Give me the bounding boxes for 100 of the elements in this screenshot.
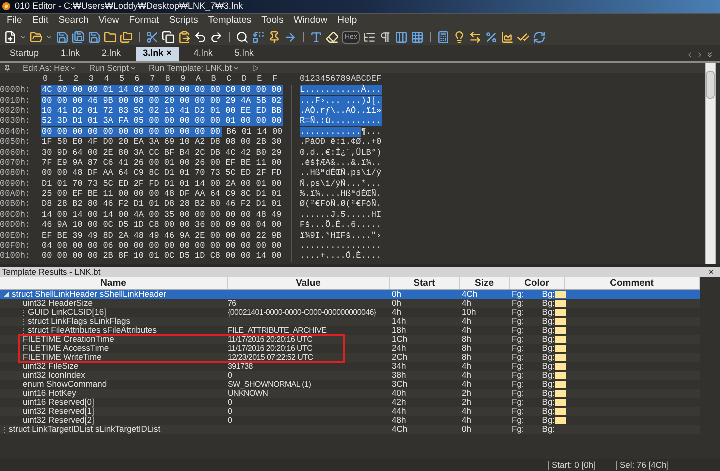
menu-item[interactable]: View: [94, 14, 124, 29]
lightbulb-icon[interactable]: [453, 30, 466, 44]
color-swatch[interactable]: [555, 327, 566, 334]
selected-ascii-text[interactable]: ...F›... ...)J[.: [300, 96, 382, 106]
caret-icon[interactable]: [46, 34, 53, 40]
template-row[interactable]: uint32 HeaderSize 76 0h 4h Fg: Bg:: [0, 299, 700, 308]
hex-bytes[interactable]: 14 00 14 00 14 00 4A 00 35 00 00 00 00 00 48 49: [41, 210, 283, 220]
redo-icon[interactable]: [210, 30, 223, 44]
menu-item[interactable]: Help: [332, 14, 362, 29]
selected-ascii-text[interactable]: .AÒ.rƒ\..AÒ..îí»: [300, 106, 382, 116]
selected-hex-bytes[interactable]: 52 3D D1 01 3A FA 05 00 00 00 00 00 01 00 00 00: [41, 116, 283, 126]
close-button[interactable]: ×: [708, 268, 718, 276]
swap-arrows-icon[interactable]: [469, 30, 482, 44]
file-tab[interactable]: 4.lnk: [186, 47, 220, 61]
color-swatch[interactable]: [555, 318, 566, 325]
selected-hex-bytes[interactable]: 00 00 00 46 9B 00 08 00 20 00 00 00 29 4A 5B 02: [41, 96, 283, 106]
calculator-icon[interactable]: [437, 30, 450, 44]
pilcrow-icon[interactable]: [379, 30, 392, 44]
ascii-text[interactable]: 0.d..€:Ì¿´,ÛLB°): [300, 148, 382, 158]
hex-bytes[interactable]: 30 9D 64 00 2E 80 3A CC BF B4 2C DB 4C 42 B0 29: [41, 148, 283, 158]
file-tab[interactable]: 2.lnk: [95, 47, 128, 61]
menu-item[interactable]: Templates: [203, 14, 257, 29]
color-swatch[interactable]: [555, 372, 566, 379]
hex-bytes[interactable]: 00 00 00 00 2B 8F 10 01 0C D5 1D C8 00 00 14 00: [41, 251, 283, 262]
ascii-text[interactable]: ï¾9I.*HIFš...."›: [300, 230, 382, 241]
selected-hex-bytes[interactable]: 00 00 00 00 00 00 00 00 00 00 00 00: [41, 126, 222, 137]
color-swatch[interactable]: [555, 336, 566, 343]
template-row[interactable]: uint16 HotKey UNKNOWN 40h 2h Fg: Bg:: [0, 389, 700, 398]
ascii-text[interactable]: Ø(²€FòÑ.Ø(²€FòÑ.: [300, 199, 382, 210]
ascii-text[interactable]: %.ï¾....HßªdÉŒÑ.: [300, 189, 382, 200]
file-tab[interactable]: Startup: [3, 47, 46, 61]
hex-bytes[interactable]: 25 00 EF BE 11 00 00 00 48 DF AA 64 C9 8C D1 01: [41, 189, 283, 200]
goto-arrow-icon[interactable]: [284, 30, 297, 44]
template-row[interactable]: struct LinkFlags sLinkFlags 14h 4h Fg: Bg:: [0, 317, 700, 326]
check-icon[interactable]: [517, 30, 530, 44]
hex-bytes[interactable]: 1F 50 E0 4F D0 20 EA 3A 69 10 A2 D8 08 00 2B 30: [41, 137, 283, 148]
template-row[interactable]: FILETIME CreationTime 11/17/2016 20:20:16 UTC 1Ch 8h Fg: Bg:: [0, 335, 700, 344]
scroll-right-icon[interactable]: [696, 51, 704, 59]
color-swatch[interactable]: [555, 408, 566, 415]
scrollbar[interactable]: [705, 63, 716, 264]
replace-icon[interactable]: [252, 30, 265, 44]
columns-icon[interactable]: [395, 30, 408, 44]
color-swatch[interactable]: [555, 363, 566, 370]
pin-icon[interactable]: [4, 64, 11, 72]
hex-bytes[interactable]: D1 01 70 73 5C ED 2F FD D1 01 14 00 2A 00 01 00: [41, 178, 283, 189]
menu-item[interactable]: Search: [54, 14, 94, 29]
grid-icon[interactable]: [411, 30, 424, 44]
dropdown-button[interactable]: Edit As: Hex: [23, 64, 78, 72]
dropdown-button[interactable]: Run Script: [89, 64, 137, 72]
menu-item[interactable]: Format: [124, 14, 164, 29]
file-tab[interactable]: 3.lnk ×: [136, 47, 179, 61]
column-header[interactable]: Size: [460, 277, 510, 289]
expanded-triangle-icon[interactable]: [4, 292, 9, 297]
color-swatch[interactable]: [555, 309, 566, 316]
copy-icon[interactable]: [162, 30, 175, 44]
menu-item[interactable]: Edit: [27, 14, 54, 29]
chart-icon[interactable]: [501, 30, 514, 44]
pin-icon[interactable]: [268, 30, 281, 44]
save-icon[interactable]: [88, 30, 101, 44]
template-row[interactable]: struct LinkTargetIDList sLinkTargetIDList 4Ch 0h Fg: Bg:: [0, 425, 700, 434]
color-swatch[interactable]: [555, 399, 566, 406]
menu-item[interactable]: Window: [288, 14, 333, 29]
eraser-icon[interactable]: [326, 30, 339, 44]
selected-hex-bytes[interactable]: 10 41 D2 01 72 83 5C 02 10 41 D2 01 00 EE ED BB: [41, 106, 283, 116]
refresh-icon[interactable]: [533, 30, 546, 44]
search-icon[interactable]: [236, 30, 249, 44]
file-tab[interactable]: 5.lnk: [228, 47, 261, 61]
column-header[interactable]: Comment: [565, 277, 700, 289]
menu-item[interactable]: File: [2, 14, 28, 29]
ascii-text[interactable]: ......J.5.....HI: [300, 210, 382, 220]
template-row[interactable]: struct ShellLinkHeader sShellLinkHeader 0h 4Ch Fg: Bg:: [0, 290, 700, 299]
column-header[interactable]: Value: [228, 277, 390, 289]
selected-ascii-text[interactable]: R=Ñ.:ú..........: [300, 116, 382, 126]
new-file-icon[interactable]: [4, 30, 17, 44]
folder-icon[interactable]: [30, 30, 43, 44]
save-all-icon[interactable]: [72, 30, 85, 44]
color-swatch[interactable]: [555, 354, 566, 361]
folders-icon[interactable]: [120, 30, 133, 44]
scroll-left-icon[interactable]: [686, 51, 694, 59]
dropdown-button[interactable]: Run Template: LNK.bt: [149, 64, 240, 72]
hex-bytes[interactable]: 00 00 48 DF AA 64 C9 8C D1 01 70 73 5C ED 2F FD: [41, 168, 283, 178]
folder-icon[interactable]: [104, 30, 117, 44]
color-swatch[interactable]: [555, 381, 566, 388]
hex-bytes[interactable]: 7F E9 9A 87 C6 41 26 00 01 00 26 00 EF BE 11 00: [41, 158, 283, 168]
ascii-text[interactable]: ..HßªdÉŒÑ.ps\í/ý: [300, 168, 382, 178]
color-swatch[interactable]: [555, 390, 566, 397]
ascii-text[interactable]: ¶...: [361, 126, 382, 137]
selected-ascii-text[interactable]: ............: [300, 126, 362, 137]
ascii-text[interactable]: .PàOÐ ê:i.¢Ø..+0: [300, 137, 382, 148]
font-icon[interactable]: [310, 30, 323, 44]
ascii-text[interactable]: Ñ.ps\í/ýÑ...*...: [300, 178, 382, 189]
play-icon[interactable]: [252, 64, 259, 72]
paste-icon[interactable]: [178, 30, 191, 44]
ascii-text[interactable]: ................: [300, 241, 382, 252]
caret-icon[interactable]: [20, 34, 27, 40]
selected-ascii-text[interactable]: L...........À...: [300, 85, 382, 96]
list-tree-icon[interactable]: [363, 30, 376, 44]
tab-list-icon[interactable]: [706, 51, 714, 59]
column-header[interactable]: Start: [390, 277, 460, 289]
cut-icon[interactable]: [146, 30, 159, 44]
